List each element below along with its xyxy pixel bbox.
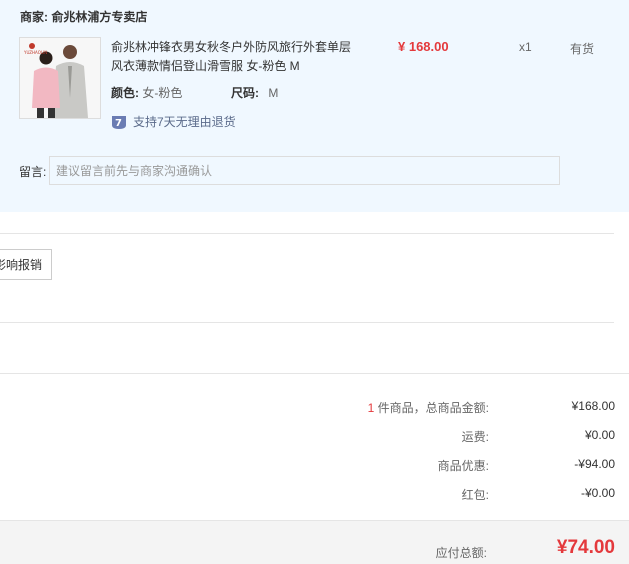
redpacket-label: 红包: [461,488,489,502]
items-total-text: 件商品，总商品金额: [377,401,489,415]
merchant-order-panel: 商家: 俞兆林浦方专卖店 YUZHAOLIN 俞兆林冲锋衣男女秋冬户外防风旅行外… [0,0,629,212]
color-label: 颜色: [111,86,139,100]
discount-label: 商品优惠: [437,459,489,473]
items-count: 1 [367,401,375,415]
stock-status: 有货 [570,42,595,56]
svg-text:7: 7 [115,118,122,129]
size-spec: 尺码: M [231,84,278,101]
redpacket-value: -¥0.00 [580,486,615,500]
memo-input[interactable] [49,156,560,185]
return-policy[interactable]: 7 支持7天无理由退货 [111,113,236,130]
invoice-option-label: 影响报销 [0,258,42,272]
shipping-label: 运费: [461,430,489,444]
color-spec: 颜色: 女-粉色 [111,84,182,101]
payable-label: 应付总额: [435,546,487,560]
invoice-option-button[interactable]: 影响报销 [0,249,52,280]
items-total-label: 1 件商品，总商品金额: [368,399,489,416]
product-thumbnail[interactable]: YUZHAOLIN [19,37,101,119]
divider [0,373,629,374]
memo-label: 留言: [19,165,47,179]
divider [0,322,614,323]
merchant-heading: 商家: 俞兆林浦方专卖店 [20,8,147,25]
discount-value: -¥94.00 [574,457,615,471]
merchant-label: 商家: [20,10,48,24]
divider [0,233,614,234]
shipping-value: ¥0.00 [584,428,615,442]
seven-day-return-icon: 7 [112,115,126,129]
thumb-brand-text: YUZHAOLIN [23,50,47,55]
return-policy-text: 支持7天无理由退货 [133,115,236,129]
product-quantity: x1 [519,40,532,54]
product-price: ¥ 168.00 [398,39,449,54]
color-value: 女-粉色 [142,86,183,100]
size-label: 尺码: [231,86,259,100]
product-photo-icon: YUZHAOLIN [20,38,100,118]
product-title[interactable]: 俞兆林冲锋衣男女秋冬户外防风旅行外套单层风衣薄款情侣登山滑雪服 女-粉色 M [111,38,361,76]
payable-value: ¥74.00 [556,537,615,558]
merchant-name[interactable]: 俞兆林浦方专卖店 [51,10,147,24]
payable-total-bar: 应付总额: ¥74.00 [0,520,629,564]
items-total-value: ¥168.00 [571,399,615,413]
size-value: M [268,86,279,100]
